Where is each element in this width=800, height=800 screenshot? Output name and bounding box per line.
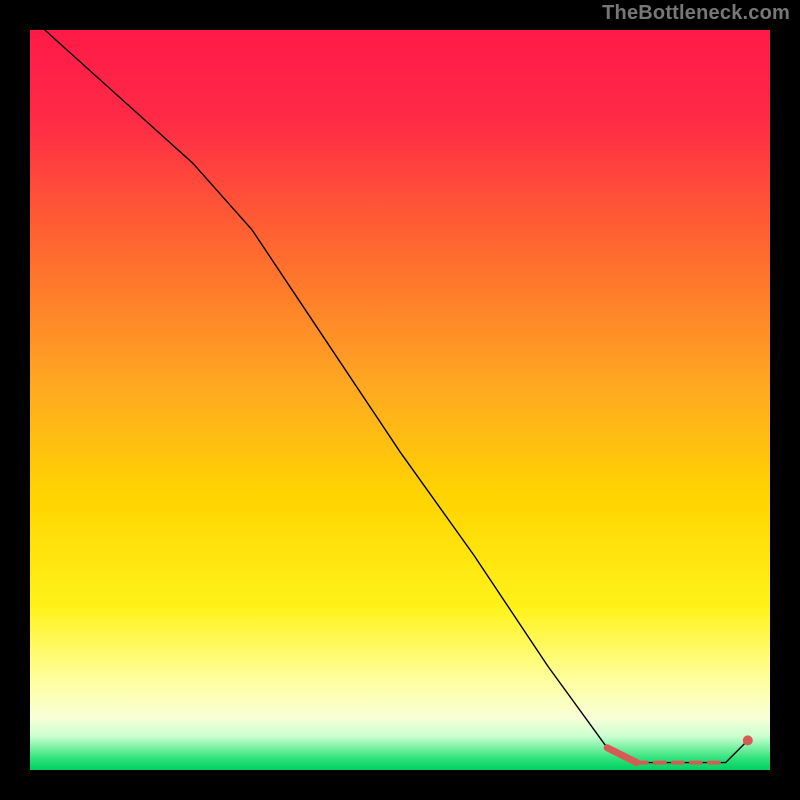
chart-stage: TheBottleneck.com [0, 0, 800, 800]
watermark-text: TheBottleneck.com [602, 2, 790, 25]
chart-svg [30, 30, 770, 770]
plot-area [30, 30, 770, 770]
gradient-background [30, 30, 770, 770]
series-end-marker-pt0 [743, 735, 753, 745]
